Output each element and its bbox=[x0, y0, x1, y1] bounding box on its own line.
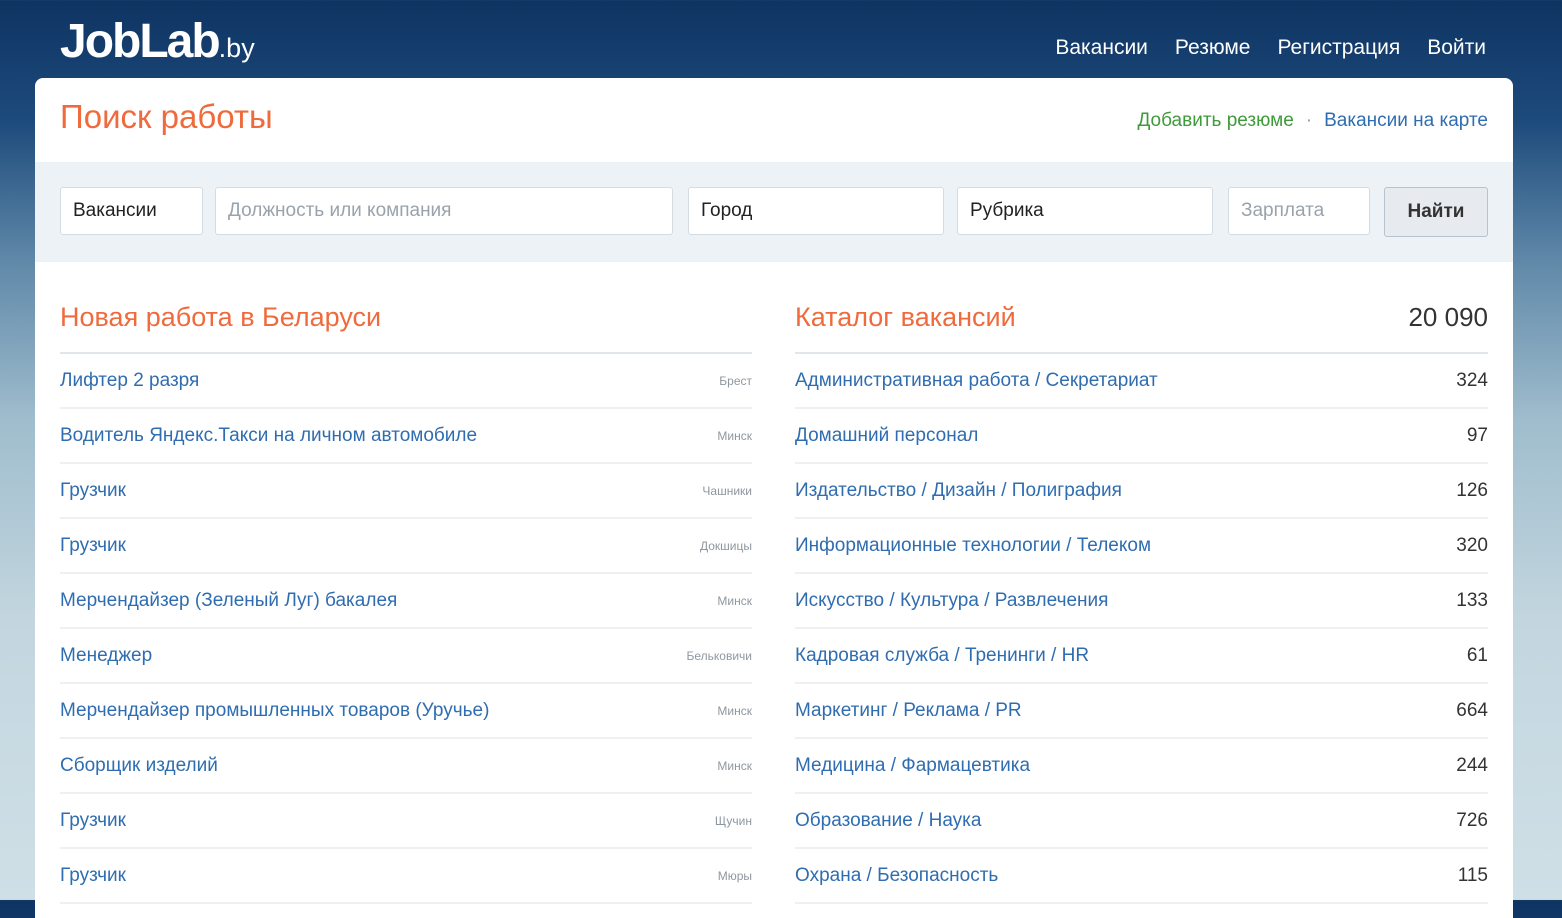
catalog-category-count: 97 bbox=[1466, 424, 1488, 446]
logo-tld-text: .by bbox=[218, 33, 255, 63]
nav-register-link[interactable]: Регистрация bbox=[1277, 36, 1400, 60]
vacancies-map-link[interactable]: Вакансии на карте bbox=[1324, 110, 1488, 131]
logo-main-text: JobLab bbox=[60, 15, 221, 68]
catalog-list-item: Административная работа / Секретариат 324 bbox=[795, 354, 1488, 409]
job-title-link[interactable]: Лифтер 2 разря bbox=[60, 370, 199, 392]
catalog-list-item: Маркетинг / Реклама / PR 664 bbox=[795, 684, 1488, 739]
job-list-item: Мерчендайзер (Зеленый Луг) бакалея Минск bbox=[60, 574, 752, 629]
catalog-category-link[interactable]: Информационные технологии / Телеком bbox=[795, 535, 1151, 557]
job-city-label: Минск bbox=[717, 593, 752, 608]
search-category-select[interactable]: Рубрика bbox=[957, 187, 1213, 235]
job-city-label: Брест bbox=[719, 373, 752, 388]
catalog-category-count: 320 bbox=[1456, 534, 1488, 556]
job-city-label: Докшицы bbox=[699, 538, 752, 553]
catalog-list-item: Охрана / Безопасность 115 bbox=[795, 849, 1488, 904]
catalog-total-count: 20 090 bbox=[1408, 302, 1488, 332]
catalog-list-item: Образование / Наука 726 bbox=[795, 794, 1488, 849]
job-title-link[interactable]: Водитель Яндекс.Такси на личном автомоби… bbox=[60, 425, 477, 447]
jobs-list: Лифтер 2 разря Брест Водитель Яндекс.Такси… bbox=[60, 352, 752, 904]
job-title-link[interactable]: Грузчик bbox=[60, 865, 126, 887]
job-title-link[interactable]: Грузчик bbox=[60, 810, 126, 832]
job-city-label: Чашники bbox=[702, 483, 752, 498]
search-type-select[interactable]: Вакансии bbox=[60, 187, 203, 235]
job-list-item: Грузчик Чашники bbox=[60, 464, 752, 519]
job-title-link[interactable]: Сборщик изделий bbox=[60, 755, 218, 777]
catalog-category-link[interactable]: Кадровая служба / Тренинги / HR bbox=[795, 645, 1089, 667]
catalog-category-count: 126 bbox=[1456, 479, 1488, 501]
job-list-item: Сборщик изделий Минск bbox=[60, 739, 752, 794]
job-city-label: Мюры bbox=[717, 868, 752, 883]
link-separator: · bbox=[1305, 110, 1313, 131]
catalog-list-item: Искусство / Культура / Развлечения 133 bbox=[795, 574, 1488, 629]
catalog-category-link[interactable]: Образование / Наука bbox=[795, 810, 981, 832]
catalog-category-count: 324 bbox=[1456, 369, 1488, 391]
search-bar: Вакансии Должность или компания Город Ру… bbox=[35, 162, 1513, 262]
catalog-category-count: 726 bbox=[1456, 809, 1488, 831]
job-title-link[interactable]: Мерчендайзер промышленных товаров (Уручь… bbox=[60, 700, 489, 722]
job-list-item: Грузчик Щучин bbox=[60, 794, 752, 849]
job-city-label: Минск bbox=[717, 428, 752, 443]
top-links: Добавить резюме · Вакансии на карте bbox=[1137, 110, 1488, 132]
catalog-list-item: Медицина / Фармацевтика 244 bbox=[795, 739, 1488, 794]
catalog-category-link[interactable]: Медицина / Фармацевтика bbox=[795, 755, 1030, 777]
catalog-list-item: Информационные технологии / Телеком 320 bbox=[795, 519, 1488, 574]
job-list-item: Менеджер Бельковичи bbox=[60, 629, 752, 684]
catalog-section-title: Каталог вакансий bbox=[795, 302, 1016, 332]
catalog-category-link[interactable]: Домашний персонал bbox=[795, 425, 978, 447]
job-list-item: Лифтер 2 разря Брест bbox=[60, 354, 752, 409]
job-city-label: Бельковичи bbox=[686, 648, 753, 663]
search-query-input[interactable]: Должность или компания bbox=[215, 187, 673, 235]
job-title-link[interactable]: Грузчик bbox=[60, 535, 126, 557]
search-submit-button[interactable]: Найти bbox=[1384, 187, 1488, 237]
catalog-list: Административная работа / Секретариат 324… bbox=[795, 352, 1488, 904]
catalog-category-link[interactable]: Охрана / Безопасность bbox=[795, 865, 998, 887]
job-list-item: Мерчендайзер промышленных товаров (Уручь… bbox=[60, 684, 752, 739]
catalog-category-count: 244 bbox=[1456, 754, 1488, 776]
search-salary-input[interactable]: Зарплата bbox=[1228, 187, 1370, 235]
catalog-category-link[interactable]: Искусство / Культура / Развлечения bbox=[795, 590, 1108, 612]
jobs-section-title: Новая работа в Беларуси bbox=[60, 302, 382, 332]
page-title: Поиск работы bbox=[60, 98, 273, 135]
site-logo[interactable]: JobLab.by bbox=[60, 12, 255, 78]
catalog-category-count: 115 bbox=[1457, 864, 1488, 886]
main-card: Поиск работы Добавить резюме · Вакансии на… bbox=[35, 78, 1513, 918]
job-city-label: Минск bbox=[717, 758, 752, 773]
job-list-item: Грузчик Докшицы bbox=[60, 519, 752, 574]
catalog-list-item: Домашний персонал 97 bbox=[795, 409, 1488, 464]
search-city-select[interactable]: Город bbox=[688, 187, 944, 235]
add-resume-link[interactable]: Добавить резюме bbox=[1137, 110, 1293, 131]
job-list-item: Грузчик Мюры bbox=[60, 849, 752, 904]
nav-login-link[interactable]: Войти bbox=[1427, 36, 1486, 60]
catalog-category-link[interactable]: Административная работа / Секретариат bbox=[795, 370, 1158, 392]
catalog-list-item: Кадровая служба / Тренинги / HR 61 bbox=[795, 629, 1488, 684]
catalog-category-count: 664 bbox=[1456, 699, 1488, 721]
job-title-link[interactable]: Менеджер bbox=[60, 645, 152, 667]
job-city-label: Щучин bbox=[714, 813, 752, 828]
job-list-item: Водитель Яндекс.Такси на личном автомоби… bbox=[60, 409, 752, 464]
nav-resume-link[interactable]: Резюме bbox=[1175, 36, 1251, 60]
catalog-list-item: Издательство / Дизайн / Полиграфия 126 bbox=[795, 464, 1488, 519]
catalog-category-link[interactable]: Издательство / Дизайн / Полиграфия bbox=[795, 480, 1122, 502]
main-nav: Вакансии Резюме Регистрация Войти bbox=[1055, 36, 1486, 60]
nav-vacancies-link[interactable]: Вакансии bbox=[1055, 36, 1148, 60]
catalog-category-count: 61 bbox=[1466, 644, 1488, 666]
top-header: JobLab.by Вакансии Резюме Регистрация Во… bbox=[0, 0, 1562, 78]
job-title-link[interactable]: Грузчик bbox=[60, 480, 126, 502]
job-city-label: Минск bbox=[717, 703, 752, 718]
job-title-link[interactable]: Мерчендайзер (Зеленый Луг) бакалея bbox=[60, 590, 397, 612]
catalog-category-link[interactable]: Маркетинг / Реклама / PR bbox=[795, 700, 1022, 722]
catalog-category-count: 133 bbox=[1456, 589, 1488, 611]
